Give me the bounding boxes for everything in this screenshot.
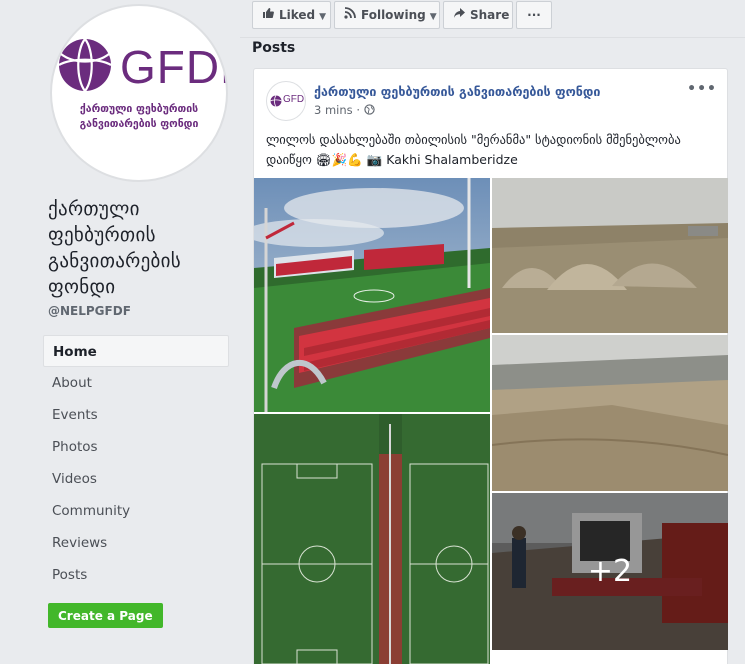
- soccer-ball-logo-icon: [58, 38, 112, 92]
- page-action-bar: Liked ▼ Following ▼ Share ···: [240, 0, 745, 33]
- nav-item-photos[interactable]: Photos: [43, 431, 229, 463]
- nav-item-about[interactable]: About: [43, 367, 229, 399]
- post-timestamp[interactable]: 3 mins: [314, 103, 353, 117]
- rss-feed-icon: [343, 2, 357, 28]
- share-label: Share: [470, 8, 510, 22]
- logo-subtitle: ქართული ფეხბურთის განვითარების ფონდი: [79, 103, 199, 130]
- post-card: GFDF ქართული ფეხბურთის განვითარების ფონდ…: [253, 68, 728, 664]
- following-label: Following: [361, 8, 426, 22]
- chevron-down-icon: ▼: [429, 12, 437, 22]
- nav-item-community[interactable]: Community: [43, 495, 229, 527]
- thumbs-up-icon: [261, 2, 275, 28]
- liked-button[interactable]: Liked ▼: [252, 1, 331, 29]
- post-text-line: ლილოს დასახლებაში თბილისის "მერანმა" სტა…: [266, 132, 681, 147]
- share-arrow-icon: [452, 2, 466, 28]
- photo-dirt-piles[interactable]: [492, 178, 728, 333]
- profile-picture[interactable]: GFDF ქართული ფეხბურთის განვითარების ფონდ…: [50, 4, 228, 182]
- photo-stadium-render[interactable]: [254, 178, 490, 412]
- globe-icon[interactable]: [363, 103, 375, 117]
- nav-item-home[interactable]: Home: [43, 335, 229, 367]
- post-text-line: დაიწყო 🏟🎉💪 📷 Kakhi Shalamberidze: [266, 152, 518, 167]
- avatar-text: GFDF: [283, 94, 305, 105]
- left-sidebar: GFDF ქართული ფეხბურთის განვითარების ფონდ…: [0, 0, 240, 664]
- create-page-button[interactable]: Create a Page: [48, 603, 163, 628]
- chevron-down-icon: ▼: [319, 12, 327, 22]
- posts-heading: Posts: [252, 40, 296, 56]
- photo-loader-more[interactable]: +2: [492, 493, 728, 650]
- logo-text: GFDF: [120, 41, 226, 93]
- dot-separator: ·: [356, 103, 364, 117]
- post-meta: 3 mins ·: [314, 103, 375, 117]
- nav-item-events[interactable]: Events: [43, 399, 229, 431]
- more-photos-overlay[interactable]: +2: [492, 493, 728, 650]
- page-nav: Home About Events Photos Videos Communit…: [43, 335, 229, 591]
- post-avatar[interactable]: GFDF: [266, 81, 306, 121]
- nav-item-posts[interactable]: Posts: [43, 559, 229, 591]
- more-actions-button[interactable]: ···: [516, 1, 552, 29]
- page-handle[interactable]: @NELPGFDF: [48, 304, 131, 318]
- post-options-icon[interactable]: •••: [687, 81, 717, 97]
- share-button[interactable]: Share: [443, 1, 513, 29]
- post-text: ლილოს დასახლებაში თბილისის "მერანმა" სტა…: [266, 130, 721, 170]
- divider: [240, 37, 745, 38]
- nav-item-reviews[interactable]: Reviews: [43, 527, 229, 559]
- nav-item-videos[interactable]: Videos: [43, 463, 229, 495]
- liked-label: Liked: [279, 8, 316, 22]
- page-title[interactable]: ქართული ფეხბურთის განვითარების ფონდი: [48, 196, 228, 300]
- post-author-link[interactable]: ქართული ფეხბურთის განვითარების ფონდი: [314, 84, 600, 99]
- photo-excavated-field[interactable]: [492, 335, 728, 491]
- photo-aerial-pitches[interactable]: [254, 414, 490, 664]
- following-button[interactable]: Following ▼: [334, 1, 440, 29]
